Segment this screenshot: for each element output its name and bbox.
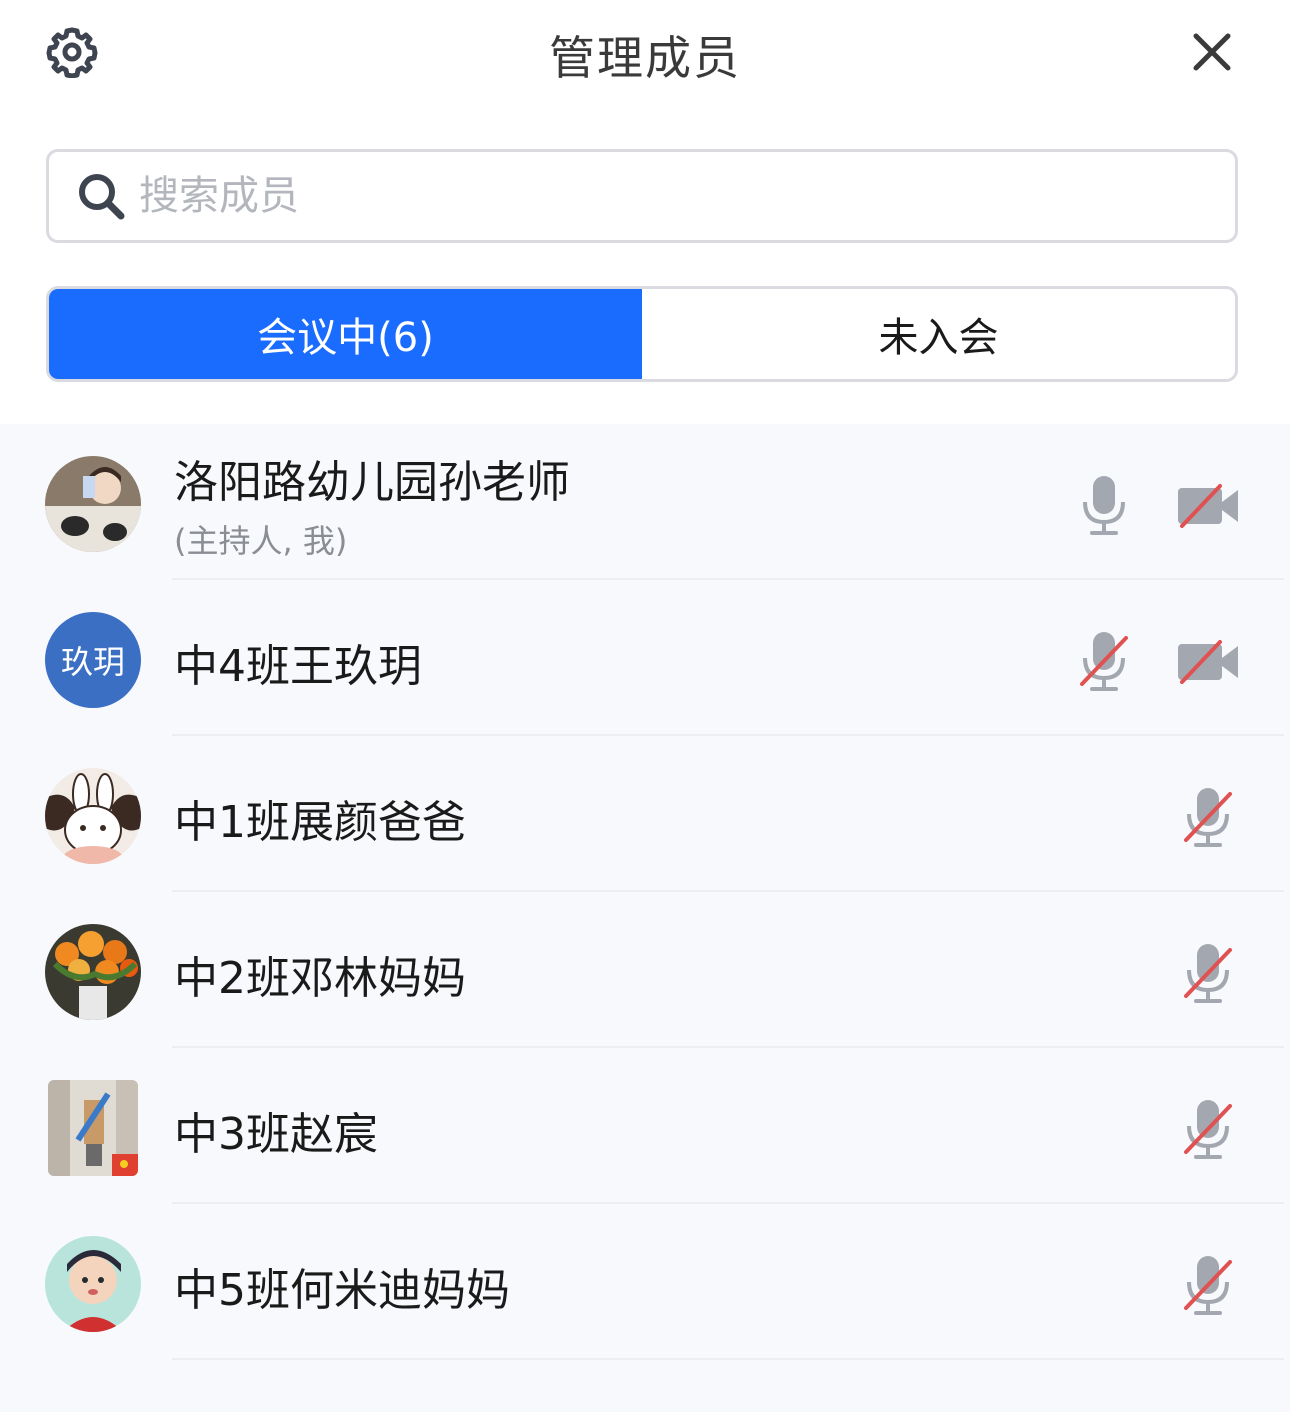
close-icon: [1193, 33, 1231, 71]
search-icon: [79, 174, 125, 220]
mic-button[interactable]: [1182, 784, 1234, 850]
member-name: 中1班展颜爸爸: [174, 797, 466, 848]
member-name: 中3班赵宸: [174, 1109, 378, 1160]
member-row[interactable]: 洛阳路幼儿园孙老师 (主持人, 我): [0, 424, 1290, 580]
member-name: 中5班何米迪妈妈: [174, 1265, 510, 1316]
mic-button[interactable]: [1078, 472, 1130, 538]
mic-button[interactable]: [1182, 1252, 1234, 1318]
member-row[interactable]: 中2班邓林妈妈: [0, 892, 1290, 1048]
camera-off-icon: [1178, 484, 1238, 528]
microphone-muted-icon: [1184, 1256, 1232, 1315]
camera-button[interactable]: [1176, 638, 1242, 686]
tab-not-joined[interactable]: 未入会: [642, 289, 1235, 379]
member-row[interactable]: 中3班赵宸: [0, 1048, 1290, 1204]
member-name: 中4班王玖玥: [174, 641, 422, 692]
microphone-icon: [1083, 476, 1125, 535]
tab-in-meeting[interactable]: 会议中(6): [49, 289, 642, 379]
microphone-muted-icon: [1184, 788, 1232, 847]
member-row[interactable]: 玖玥 中4班王玖玥: [0, 580, 1290, 736]
search-input[interactable]: [139, 173, 1139, 219]
microphone-muted-icon: [1184, 944, 1232, 1003]
mic-button[interactable]: [1182, 1096, 1234, 1162]
page-title: 管理成员: [549, 31, 741, 85]
avatar: [45, 456, 141, 552]
microphone-muted-icon: [1184, 1100, 1232, 1159]
search-box[interactable]: [46, 149, 1238, 243]
member-row[interactable]: 中1班展颜爸爸: [0, 736, 1290, 892]
avatar: [45, 768, 141, 864]
header: 管理成员: [0, 0, 1290, 110]
camera-button[interactable]: [1176, 482, 1242, 530]
mic-button[interactable]: [1078, 628, 1130, 694]
member-role: (主持人, 我): [174, 522, 348, 560]
member-list: 洛阳路幼儿园孙老师 (主持人, 我) 玖玥 中4班王玖玥 中1班展颜爸爸 中2班…: [0, 424, 1290, 1412]
microphone-muted-icon: [1080, 632, 1128, 691]
member-name: 中2班邓林妈妈: [174, 953, 466, 1004]
avatar: 玖玥: [45, 612, 141, 708]
tab-bar: 会议中(6) 未入会: [46, 286, 1238, 382]
member-name: 洛阳路幼儿园孙老师: [174, 457, 570, 508]
avatar: [48, 1080, 138, 1176]
avatar: [45, 924, 141, 1020]
mic-button[interactable]: [1182, 940, 1234, 1006]
camera-off-icon: [1178, 640, 1238, 684]
avatar: [45, 1236, 141, 1332]
member-row[interactable]: 中5班何米迪妈妈: [0, 1204, 1290, 1360]
close-button[interactable]: [1186, 26, 1238, 78]
divider: [172, 1358, 1284, 1360]
